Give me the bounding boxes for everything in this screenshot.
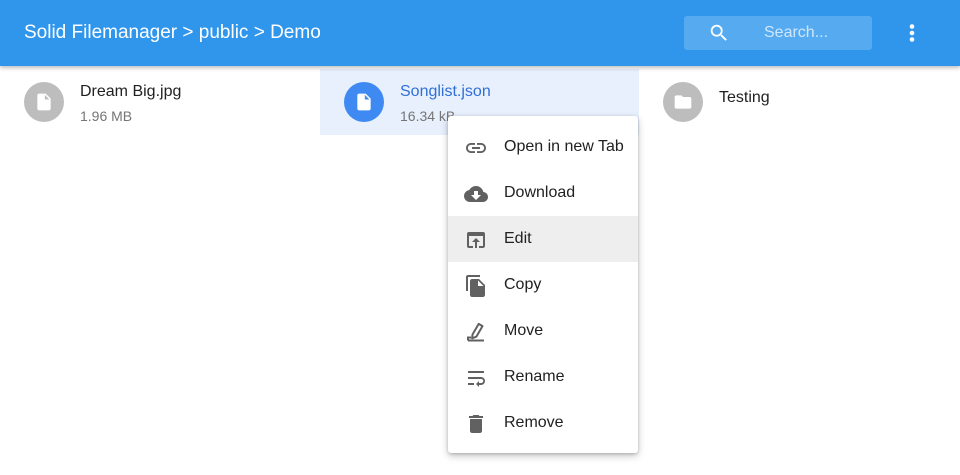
link-icon bbox=[466, 143, 486, 153]
menu-item-label: Download bbox=[504, 184, 576, 201]
folder-avatar bbox=[663, 82, 703, 122]
file-size: 1.96 MB bbox=[80, 108, 133, 124]
menu-item-move[interactable]: Move bbox=[448, 308, 638, 354]
file-avatar bbox=[344, 82, 384, 122]
search-box[interactable] bbox=[684, 16, 872, 50]
menu-item-label: Edit bbox=[504, 230, 532, 247]
file-item-testing[interactable]: Testing bbox=[639, 69, 960, 135]
file-size: 16.34 kB bbox=[400, 108, 456, 124]
menu-item-remove[interactable]: Remove bbox=[448, 400, 638, 446]
file-name: Testing bbox=[719, 89, 770, 106]
menu-item-rename[interactable]: Rename bbox=[448, 354, 638, 400]
folder-icon bbox=[674, 95, 692, 109]
menu-item-copy[interactable]: Copy bbox=[448, 262, 638, 308]
app-bar: Solid Filemanager > public > Demo bbox=[0, 0, 960, 66]
more-options-icon[interactable] bbox=[898, 19, 926, 47]
menu-item-open-in-new-tab[interactable]: Open in new Tab bbox=[448, 124, 638, 170]
file-name: Songlist.json bbox=[400, 83, 491, 100]
menu-item-download[interactable]: Download bbox=[448, 170, 638, 216]
move-icon bbox=[467, 322, 484, 342]
search-input[interactable] bbox=[762, 16, 866, 50]
file-avatar bbox=[24, 82, 64, 122]
file-icon bbox=[357, 93, 371, 111]
context-menu: Open in new Tab Download Edit Copy Move … bbox=[448, 116, 638, 453]
open-in-browser-icon bbox=[467, 232, 485, 248]
file-name: Dream Big.jpg bbox=[80, 83, 182, 100]
menu-item-label: Rename bbox=[504, 368, 565, 385]
menu-item-label: Open in new Tab bbox=[504, 138, 624, 155]
menu-item-label: Remove bbox=[504, 414, 564, 431]
trash-icon bbox=[469, 415, 483, 433]
file-icon bbox=[37, 93, 51, 111]
copy-icon bbox=[466, 275, 485, 297]
wrap-text-icon bbox=[468, 371, 485, 387]
cloud-download-icon bbox=[464, 186, 488, 202]
file-item-dream-big[interactable]: Dream Big.jpg 1.96 MB bbox=[0, 69, 320, 135]
breadcrumb[interactable]: Solid Filemanager > public > Demo bbox=[24, 21, 321, 45]
menu-item-label: Move bbox=[504, 322, 544, 339]
menu-item-edit[interactable]: Edit bbox=[448, 216, 638, 262]
search-icon bbox=[710, 24, 727, 41]
menu-item-label: Copy bbox=[504, 276, 542, 293]
